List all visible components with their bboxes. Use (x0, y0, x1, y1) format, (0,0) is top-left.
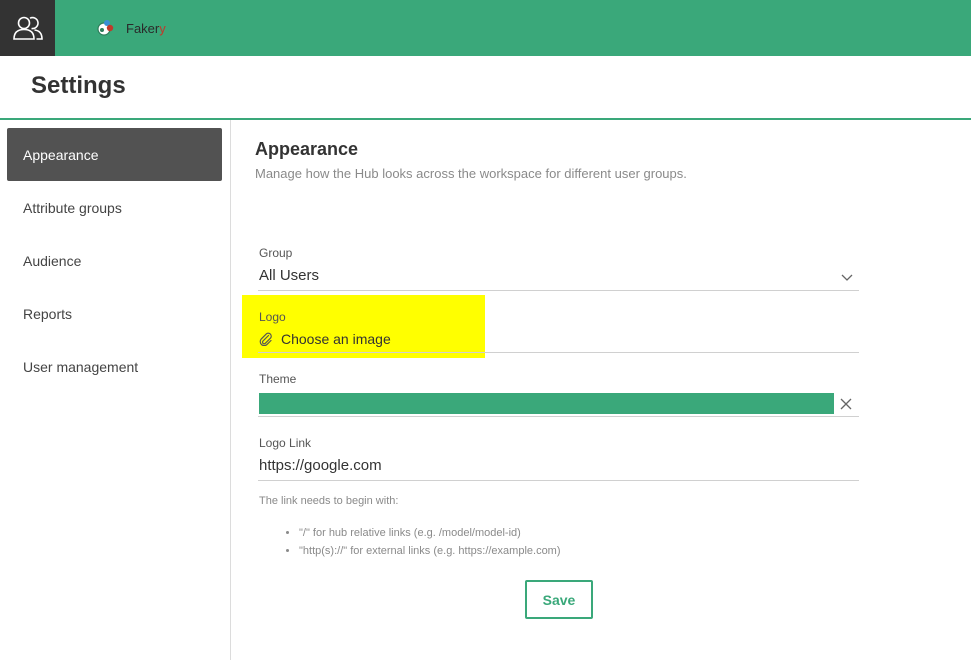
fakery-logo-icon (97, 20, 114, 36)
save-button[interactable]: Save (525, 580, 593, 619)
logo-link-rules: "/" for hub relative links (e.g. /model/… (259, 524, 561, 560)
brand[interactable]: Fakery (96, 17, 166, 39)
sidebar-item-audience[interactable]: Audience (7, 234, 222, 287)
theme-label: Theme (259, 372, 297, 386)
user-menu-button[interactable] (0, 0, 55, 56)
page-header (0, 56, 971, 120)
group-value: All Users (259, 267, 320, 284)
brand-name: Fakery (126, 20, 166, 36)
page-title: Settings (31, 72, 126, 99)
users-icon (12, 16, 43, 40)
top-bar: Fakery (0, 0, 971, 56)
section-subtitle: Manage how the Hub looks across the work… (255, 166, 687, 181)
chevron-down-icon (841, 274, 853, 281)
choose-image-label: Choose an image (281, 331, 391, 347)
logo-link-hint: The link needs to begin with: (259, 495, 399, 507)
logo-link-label: Logo Link (259, 436, 312, 450)
group-label: Group (259, 246, 293, 260)
sidebar-item-attribute-groups[interactable]: Attribute groups (7, 181, 222, 234)
paperclip-icon (259, 332, 272, 346)
choose-image-button[interactable]: Choose an image (259, 331, 391, 347)
sidebar-item-reports[interactable]: Reports (7, 287, 222, 340)
section-title: Appearance (255, 139, 359, 159)
close-icon[interactable] (838, 396, 854, 412)
list-item: "/" for hub relative links (e.g. /model/… (299, 524, 561, 542)
list-item: "http(s)://" for external links (e.g. ht… (299, 542, 561, 560)
theme-color-swatch[interactable] (259, 393, 834, 414)
logo-label: Logo (259, 310, 286, 324)
sidebar-item-appearance[interactable]: Appearance (7, 128, 222, 181)
logo-link-value: https://google.com (259, 457, 382, 474)
group-select[interactable] (258, 263, 859, 291)
sidebar-item-user-management[interactable]: User management (7, 340, 222, 393)
